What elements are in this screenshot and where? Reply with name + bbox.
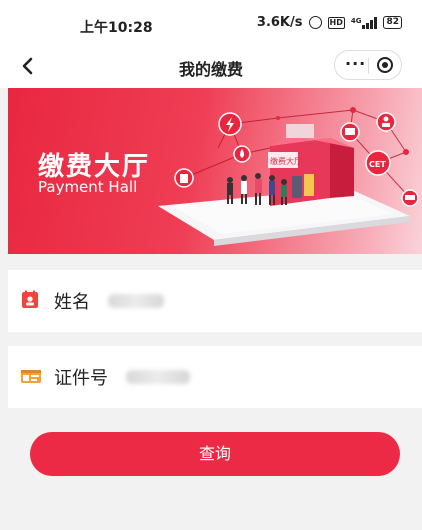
hd-icon: HD — [327, 16, 345, 29]
name-field[interactable]: 姓名 — [8, 270, 422, 332]
network-speed: 3.6K/s — [256, 15, 303, 30]
more-button[interactable]: ··· — [345, 54, 366, 73]
cet-badge-text: CET — [369, 160, 386, 169]
id-card-icon — [20, 366, 41, 386]
nav-bar: 我的缴费 ··· — [0, 46, 422, 88]
id-label: 证件号 — [54, 368, 108, 389]
status-time: 上午10:28 — [80, 20, 153, 36]
network-type: 4G — [350, 16, 362, 25]
banner-subtitle: Payment Hall — [38, 178, 138, 196]
status-bar: 上午10:28 3.6K/s HD 4G 82 — [0, 0, 422, 46]
user-icon — [376, 112, 396, 132]
close-record-icon[interactable] — [377, 57, 393, 73]
name-label: 姓名 — [54, 292, 90, 313]
status-indicators: 3.6K/s HD 4G 82 — [257, 15, 402, 30]
building-sign: 缴费大厅 — [270, 156, 302, 166]
signal-icon: 4G — [350, 16, 378, 29]
id-number-field[interactable]: 证件号 — [8, 346, 422, 408]
name-value-redacted — [108, 294, 164, 308]
id-value-redacted — [126, 370, 190, 384]
mini-program-capsule: ··· — [334, 50, 402, 80]
capsule-divider — [368, 58, 369, 74]
alarm-icon — [308, 16, 322, 29]
payment-hall-banner: 缴费大厅 CET 缴费大厅 Payment Hall — [8, 88, 422, 254]
query-button[interactable]: 查询 — [30, 432, 400, 476]
battery-icon: 82 — [383, 16, 402, 29]
contact-card-icon — [20, 290, 40, 310]
